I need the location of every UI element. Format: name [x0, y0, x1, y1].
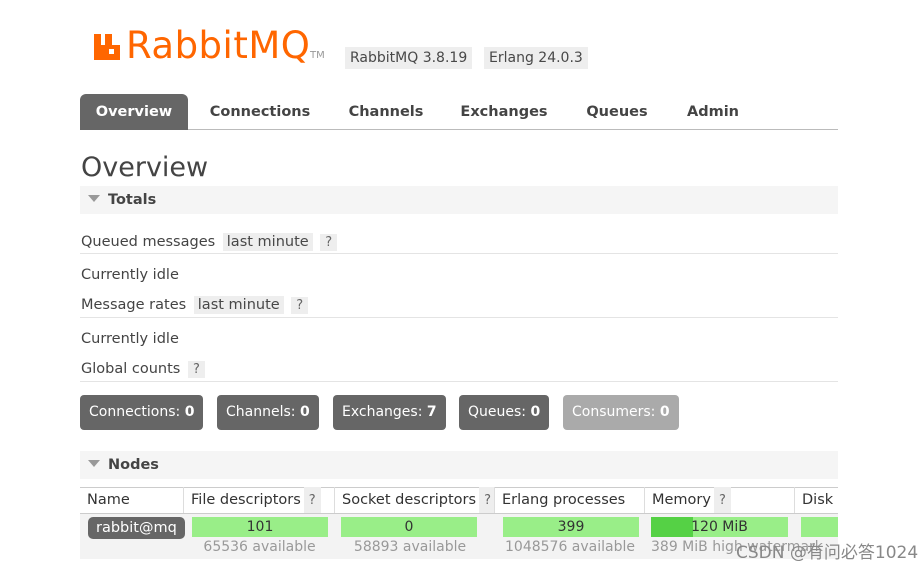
socket-descriptors-available: 58893 available [353, 539, 467, 555]
socket-descriptors-value: 0 [404, 519, 414, 535]
node-name-link[interactable]: rabbit@mq [88, 517, 185, 539]
memory-value: 120 MiB [691, 519, 748, 535]
queued-messages-status: Currently idle [81, 267, 179, 283]
help-button[interactable]: ? [303, 487, 321, 513]
totals-section-header[interactable]: Totals [80, 186, 838, 214]
help-button[interactable]: ? [291, 297, 309, 314]
tab-exchanges[interactable]: Exchanges [452, 94, 556, 130]
totals-header-label: Totals [108, 192, 157, 208]
queues-count-button[interactable]: Queues: 0 [459, 395, 550, 430]
help-button[interactable]: ? [320, 234, 338, 251]
column-header-memory[interactable]: Memory? [645, 487, 795, 513]
logo-tm: TM [310, 50, 325, 61]
help-button[interactable]: ? [713, 487, 731, 513]
consumers-count-button[interactable]: Consumers: 0 [563, 395, 679, 430]
channels-count-label: Channels: [226, 404, 296, 420]
message-rates-row: Message rates last minute ? [81, 296, 309, 314]
nodes-header-label: Nodes [108, 457, 159, 473]
help-button[interactable]: ? [479, 487, 494, 513]
file-descriptors-bar: 101 [192, 517, 328, 537]
divider [80, 253, 838, 254]
rabbitmq-version-badge: RabbitMQ 3.8.19 [345, 47, 473, 69]
nodes-table: Name File descriptors? Socket descriptor… [80, 487, 838, 559]
table-row: rabbit@mq 101 65536 available 0 58893 av… [80, 514, 838, 559]
help-button[interactable]: ? [187, 361, 205, 378]
nodes-section-header[interactable]: Nodes [80, 451, 838, 479]
message-rates-label: Message rates [81, 297, 187, 313]
column-header-label: Disk space [802, 492, 838, 508]
erlang-processes-available: 1048576 available [505, 539, 635, 555]
global-counts-row: Global counts ? [81, 361, 205, 378]
column-header-label: Erlang processes [502, 492, 626, 508]
channels-count-value: 0 [299, 404, 310, 420]
divider [80, 381, 838, 382]
connections-count-value: 0 [184, 404, 195, 420]
queues-count-label: Queues: [468, 404, 527, 420]
channels-count-button[interactable]: Channels: 0 [217, 395, 319, 430]
file-descriptors-available: 65536 available [203, 539, 316, 555]
column-header-file-descriptors[interactable]: File descriptors? [184, 487, 335, 513]
connections-count-button[interactable]: Connections: 0 [80, 395, 204, 430]
exchanges-count-value: 7 [426, 404, 437, 420]
column-header-erlang-processes[interactable]: Erlang processes [495, 487, 645, 513]
disk-space-bar [801, 517, 838, 537]
main-nav-tabs: Overview Connections Channels Exchanges … [80, 94, 838, 130]
consumers-count-label: Consumers: [572, 404, 656, 420]
tab-overview[interactable]: Overview [80, 94, 188, 130]
column-header-label: File descriptors [191, 492, 301, 508]
consumers-count-value: 0 [659, 404, 670, 420]
file-descriptors-value: 101 [246, 519, 274, 535]
exchanges-count-label: Exchanges: [342, 404, 423, 420]
collapse-triangle-icon [88, 194, 100, 202]
message-rates-status: Currently idle [81, 331, 179, 347]
column-header-label: Name [87, 492, 130, 508]
tab-queues[interactable]: Queues [576, 94, 658, 130]
column-header-label: Socket descriptors [342, 492, 477, 508]
erlang-version-badge: Erlang 24.0.3 [484, 47, 588, 69]
rabbitmq-logo-icon [94, 34, 120, 60]
csdn-watermark: CSDN @有问必答1024 [736, 543, 919, 563]
exchanges-count-button[interactable]: Exchanges: 7 [333, 395, 446, 430]
queued-messages-range-selector[interactable]: last minute [222, 233, 313, 251]
column-header-label: Memory [652, 492, 711, 508]
tab-connections[interactable]: Connections [198, 94, 322, 130]
divider [80, 317, 838, 318]
memory-bar: 120 MiB [651, 517, 788, 537]
column-header-disk-space[interactable]: Disk space [795, 487, 838, 513]
tab-admin[interactable]: Admin [676, 94, 750, 130]
queued-messages-row: Queued messages last minute ? [81, 233, 338, 251]
queues-count-value: 0 [530, 404, 541, 420]
collapse-triangle-icon [88, 459, 100, 467]
page-title: Overview [81, 152, 209, 183]
erlang-processes-value: 399 [557, 519, 585, 535]
erlang-processes-bar: 399 [503, 517, 639, 537]
column-header-name[interactable]: Name [80, 487, 184, 513]
message-rates-range-selector[interactable]: last minute [193, 296, 284, 314]
memory-bar-fill [651, 517, 694, 537]
tab-channels[interactable]: Channels [338, 94, 434, 130]
socket-descriptors-bar: 0 [341, 517, 477, 537]
queued-messages-label: Queued messages [81, 234, 216, 250]
logo-text: RabbitMQ [126, 24, 311, 67]
connections-count-label: Connections: [89, 404, 181, 420]
global-counts-label: Global counts [81, 361, 181, 377]
column-header-socket-descriptors[interactable]: Socket descriptors? [335, 487, 495, 513]
